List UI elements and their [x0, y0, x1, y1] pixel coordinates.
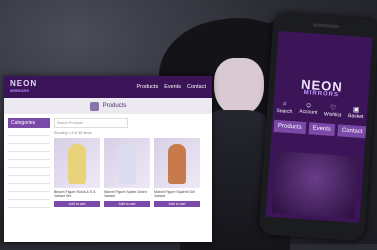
nav-link-contact[interactable]: Contact	[187, 84, 206, 90]
product-card[interactable]: Bleach Figure Rukia & S.S. Variant Ver. …	[54, 138, 100, 207]
category-sidebar: Categories	[8, 118, 50, 208]
search-input[interactable]: Search Products	[54, 118, 128, 128]
hero-artwork	[271, 151, 359, 219]
products-icon	[89, 101, 99, 111]
product-name[interactable]: Marvel Figure Squirrel Girl Variant	[154, 190, 200, 200]
tab-contact[interactable]: Contact	[337, 124, 367, 139]
nav-link-events[interactable]: Events	[164, 84, 181, 90]
icon-label: Account	[298, 108, 318, 116]
category-item[interactable]	[8, 144, 50, 152]
phone-mockup: NEON MIRRORS ⌕ Search ☺ Account ♡ Wishlist …	[258, 12, 377, 242]
product-card[interactable]: Marvel Figure Spider-Gwen Variant Add to…	[104, 138, 150, 207]
category-item[interactable]	[8, 168, 50, 176]
category-header: Categories	[8, 118, 50, 128]
desktop-navbar: NEON MIRRORS Products Events Contact	[4, 76, 212, 98]
tab-products[interactable]: Products	[273, 119, 306, 135]
category-item[interactable]	[8, 200, 50, 208]
desktop-main: Categories Search Products Showing 1-9 o…	[4, 114, 212, 212]
category-item[interactable]	[8, 136, 50, 144]
category-item[interactable]	[8, 184, 50, 192]
category-item[interactable]	[8, 152, 50, 160]
phone-screen: NEON MIRRORS ⌕ Search ☺ Account ♡ Wishlist …	[265, 30, 373, 224]
add-to-cart-button[interactable]: Add to cart	[154, 201, 200, 207]
phone-speaker	[313, 23, 340, 29]
search-icon: ⌕	[282, 100, 288, 108]
tab-events[interactable]: Events	[308, 122, 336, 137]
desktop-logo[interactable]: NEON MIRRORS	[10, 80, 37, 94]
logo-subtext: MIRRORS	[10, 88, 29, 93]
icon-label: Search	[276, 108, 293, 116]
add-to-cart-button[interactable]: Add to cart	[54, 201, 100, 207]
search-button[interactable]: ⌕ Search	[276, 100, 293, 115]
category-item[interactable]	[8, 192, 50, 200]
product-image[interactable]	[154, 138, 200, 188]
page-title: Products	[102, 103, 127, 109]
category-item[interactable]	[8, 128, 50, 136]
product-name[interactable]: Marvel Figure Spider-Gwen Variant	[104, 190, 150, 200]
page-banner: Products	[4, 98, 212, 114]
product-grid: Bleach Figure Rukia & S.S. Variant Ver. …	[54, 138, 208, 207]
product-area: Search Products Showing 1-9 of 35 items …	[54, 118, 208, 208]
phone-logo[interactable]: NEON MIRRORS	[274, 75, 369, 101]
add-to-cart-button[interactable]: Add to cart	[104, 201, 150, 207]
product-image[interactable]	[104, 138, 150, 188]
basket-button[interactable]: ▣ Basket	[348, 105, 364, 120]
wishlist-button[interactable]: ♡ Wishlist	[323, 103, 342, 119]
product-name[interactable]: Bleach Figure Rukia & S.S. Variant Ver.	[54, 190, 100, 200]
product-image[interactable]	[54, 138, 100, 188]
result-count: Showing 1-9 of 35 items	[54, 131, 92, 135]
category-item[interactable]	[8, 176, 50, 184]
icon-label: Wishlist	[323, 111, 342, 119]
icon-label: Basket	[347, 113, 364, 121]
nav-link-products[interactable]: Products	[136, 84, 158, 90]
desktop-mockup: NEON MIRRORS Products Events Contact Pro…	[4, 76, 212, 242]
account-button[interactable]: ☺ Account	[299, 102, 318, 117]
desktop-nav-links: Products Events Contact	[136, 84, 206, 90]
category-item[interactable]	[8, 160, 50, 168]
character-face	[214, 58, 264, 116]
product-card[interactable]: Marvel Figure Squirrel Girl Variant Add …	[154, 138, 200, 207]
